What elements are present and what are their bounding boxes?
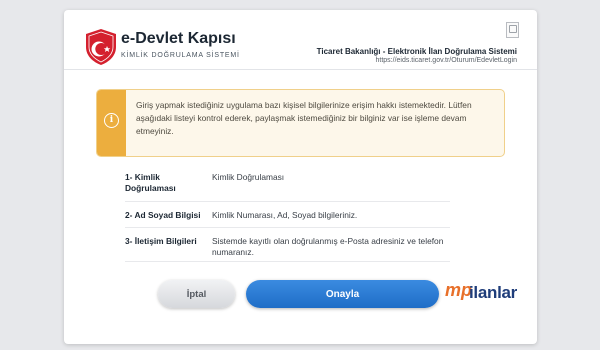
permission-desc: Kimlik Numarası, Ad, Soyad bilgileriniz. — [212, 210, 358, 220]
approve-button[interactable]: Onayla — [246, 280, 439, 308]
info-icon: i — [104, 113, 119, 128]
header: e-Devlet Kapısı KİMLİK DOĞRULAMA SİSTEMİ… — [64, 10, 537, 70]
ministry-url: https://eids.ticaret.gov.tr/Oturum/Edevl… — [375, 57, 518, 64]
permission-desc: Kimlik Doğrulaması — [212, 172, 285, 182]
ministry-name: Ticaret Bakanlığı - Elektronik İlan Doğr… — [316, 47, 517, 56]
mpilanlar-logo: mp ilanlar — [445, 280, 523, 310]
cancel-button[interactable]: İptal — [158, 280, 235, 308]
broken-image-icon — [506, 22, 519, 38]
permission-alert: i Giriş yapmak istediğiniz uygulama bazı… — [96, 89, 505, 157]
edevlet-emblem-icon — [86, 29, 116, 65]
alert-side-bar: i — [97, 90, 126, 156]
brand-mp: mp — [445, 280, 472, 300]
logo-subtitle: KİMLİK DOĞRULAMA SİSTEMİ — [121, 52, 240, 59]
brand-name: ilanlar — [469, 283, 517, 302]
alert-text: Giriş yapmak istediğiniz uygulama bazı k… — [136, 100, 472, 136]
permission-row: 1- Kimlik Doğrulaması Kimlik Doğrulaması — [125, 170, 450, 202]
consent-card: e-Devlet Kapısı KİMLİK DOĞRULAMA SİSTEMİ… — [64, 10, 537, 344]
permission-label: 2- Ad Soyad Bilgisi — [125, 210, 201, 220]
permission-label: 1- Kimlik Doğrulaması — [125, 172, 176, 193]
permission-desc: Sistemde kayıtlı olan doğrulanmış e-Post… — [212, 236, 444, 257]
permission-row: 3- İletişim Bilgileri Sistemde kayıtlı o… — [125, 228, 450, 262]
permission-label: 3- İletişim Bilgileri — [125, 236, 197, 246]
permission-row: 2- Ad Soyad Bilgisi Kimlik Numarası, Ad,… — [125, 202, 450, 228]
logo-title: e-Devlet Kapısı — [121, 30, 236, 47]
